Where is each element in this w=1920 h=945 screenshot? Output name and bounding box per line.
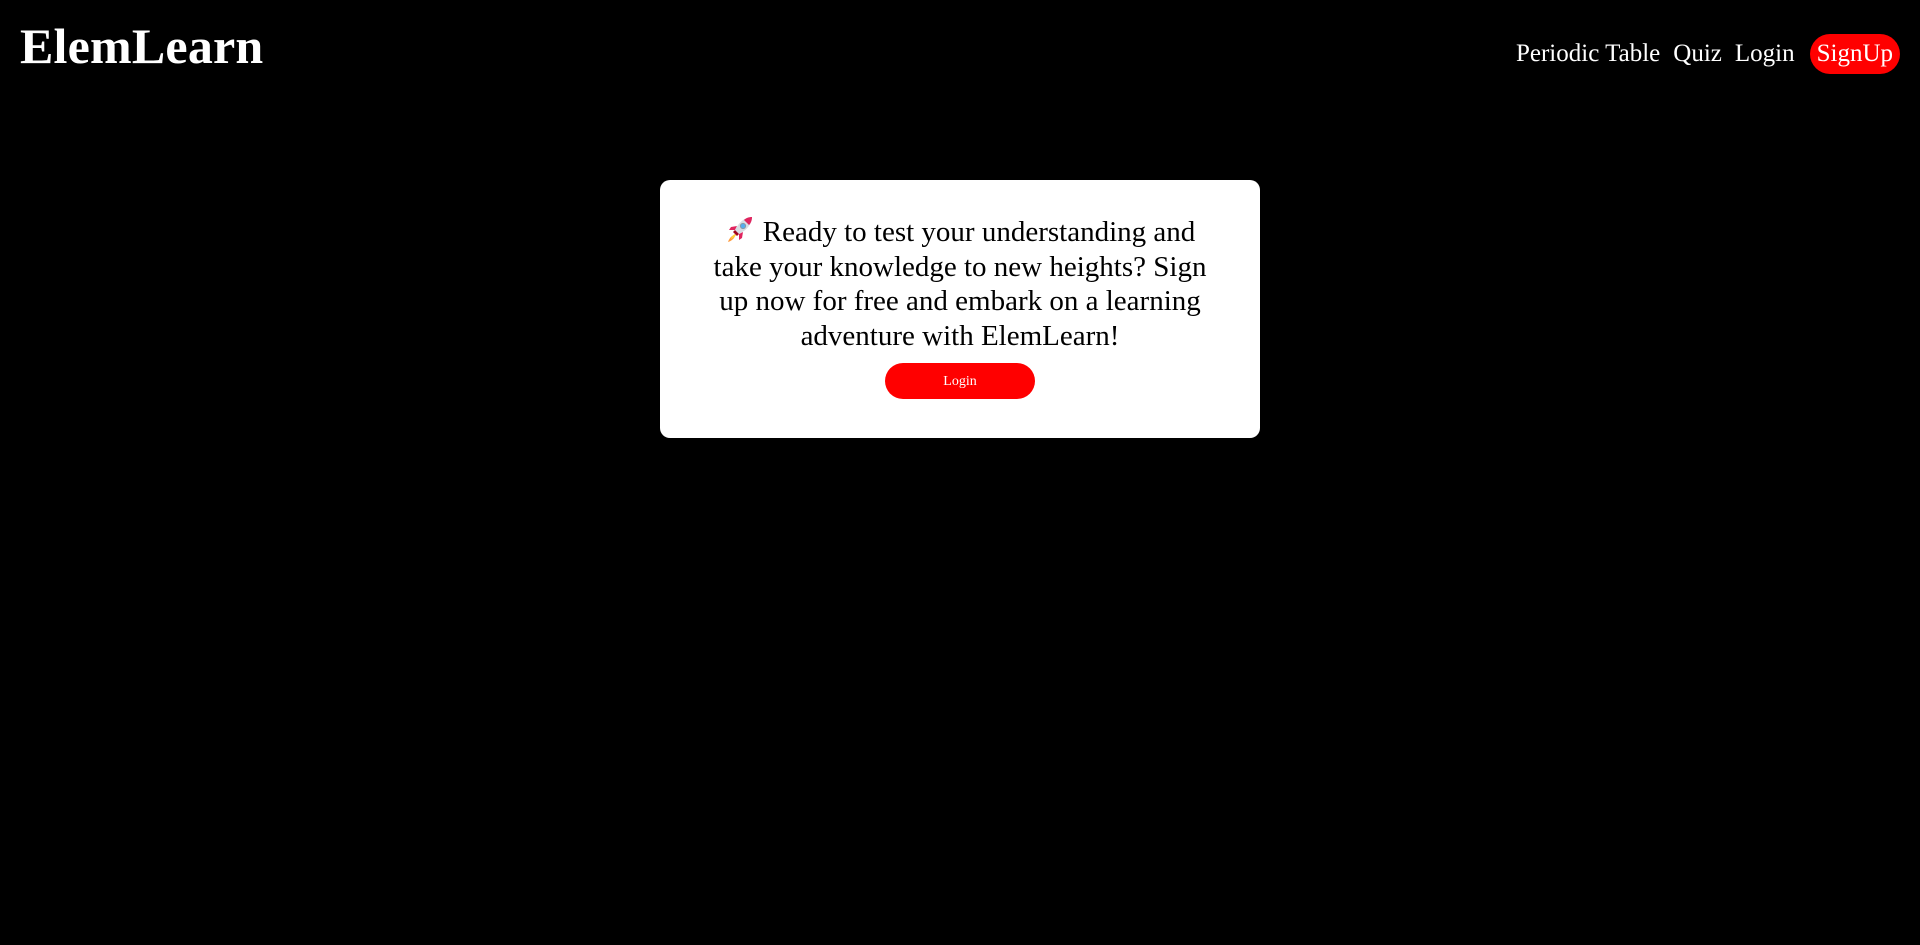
nav-signup-button[interactable]: SignUp — [1809, 34, 1900, 74]
brand-logo[interactable]: ElemLearn — [20, 16, 263, 76]
nav-link-login[interactable]: Login — [1735, 34, 1795, 74]
cta-message-text: Ready to test your understanding and tak… — [713, 216, 1207, 352]
main-nav: Periodic Table Quiz Login SignUp — [1516, 34, 1900, 74]
nav-link-quiz[interactable]: Quiz — [1673, 34, 1722, 74]
cta-login-button[interactable]: Login — [885, 363, 1035, 399]
cta-card: Ready to test your understanding and tak… — [660, 180, 1260, 438]
rocket-icon — [725, 214, 755, 244]
cta-message: Ready to test your understanding and tak… — [700, 214, 1220, 353]
page: ElemLearn Periodic Table Quiz Login Sign… — [0, 0, 1920, 945]
nav-link-periodic-table[interactable]: Periodic Table — [1516, 34, 1660, 74]
